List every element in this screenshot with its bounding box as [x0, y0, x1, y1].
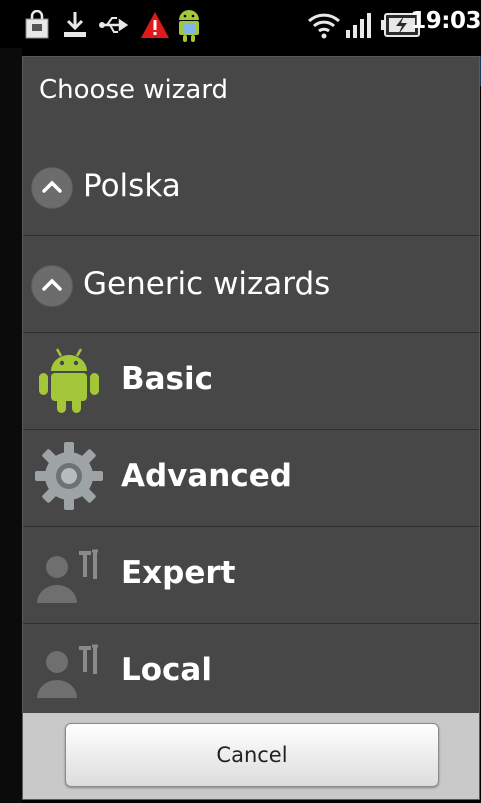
group-label-polska: Polska: [83, 168, 181, 204]
status-time: 19:03: [410, 8, 481, 34]
wifi-icon: [307, 13, 341, 39]
android-robot-icon: [39, 348, 99, 413]
dialog-button-bar: Cancel: [23, 713, 479, 799]
wizard-label-basic: Basic: [121, 361, 214, 397]
wizard-label-expert: Expert: [121, 555, 236, 591]
download-icon: [64, 12, 86, 37]
wizard-item-local[interactable]: Local: [23, 624, 479, 714]
gear-icon: [35, 442, 103, 510]
signal-icon: [346, 13, 371, 38]
group-label-generic-wizards: Generic wizards: [83, 266, 331, 302]
status-bar: 19:03: [0, 0, 481, 48]
wizard-item-basic[interactable]: Basic: [23, 333, 479, 430]
wizard-label-advanced: Advanced: [121, 458, 292, 494]
background-app-edge: [0, 48, 22, 803]
expand-icon[interactable]: [31, 167, 73, 209]
collapse-icon[interactable]: [31, 265, 73, 307]
wizard-item-advanced[interactable]: Advanced: [23, 430, 479, 527]
user-tools-icon: [37, 549, 98, 603]
wizard-label-local: Local: [121, 652, 212, 688]
shopping-bag-icon: [25, 10, 49, 39]
user-tools-icon: [37, 644, 98, 698]
wizard-item-expert[interactable]: Expert: [23, 527, 479, 624]
dialog-title: Choose wizard: [39, 75, 229, 105]
choose-wizard-dialog: Choose wizard Polska Generic wizards Bas…: [22, 56, 480, 800]
android-icon: [179, 10, 199, 42]
group-generic-wizards[interactable]: Generic wizards: [23, 236, 479, 333]
usb-icon: [99, 17, 129, 33]
cancel-button[interactable]: Cancel: [65, 723, 439, 787]
group-polska[interactable]: Polska: [23, 139, 479, 236]
warning-icon: [141, 12, 169, 38]
